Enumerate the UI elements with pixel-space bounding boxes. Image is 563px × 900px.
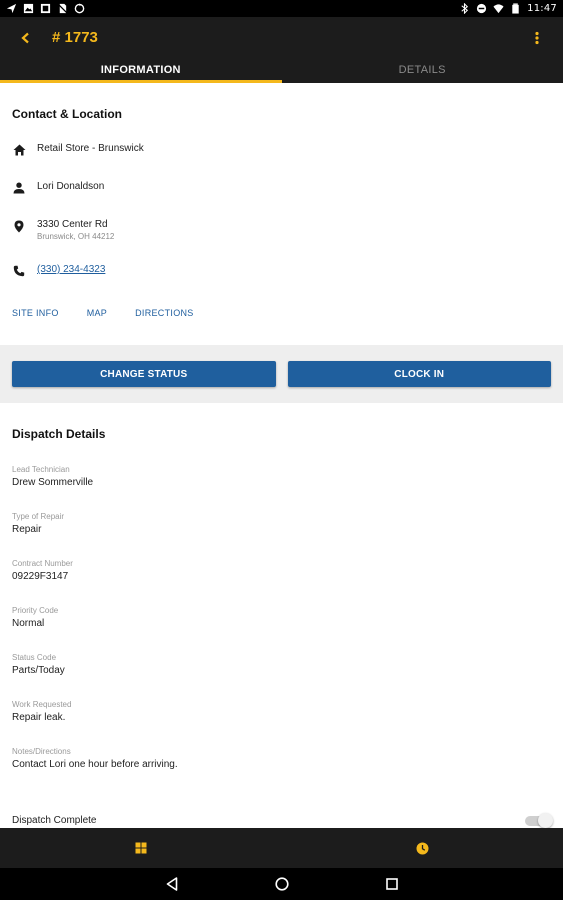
address-line-1: 3330 Center Rd [37, 219, 108, 230]
field-label: Status Code [12, 653, 57, 662]
clock-icon [416, 842, 429, 854]
field-type-of-repair: Type of Repair Repair [12, 512, 551, 535]
contact-links: SITE INFO MAP DIRECTIONS [12, 308, 551, 318]
field-work-requested: Work Requested Repair leak. [12, 700, 551, 723]
more-vertical-icon [535, 31, 539, 44]
field-value: Parts/Today [12, 665, 65, 676]
main-content[interactable]: Contact & Location Retail Store - Brunsw… [0, 83, 563, 828]
system-nav-bar [0, 868, 563, 900]
dashboard-button[interactable] [0, 828, 282, 868]
field-value: 09229F3147 [12, 571, 69, 582]
nav-recents-button[interactable] [382, 874, 402, 894]
dispatch-complete-row: Dispatch Complete [12, 812, 553, 828]
map-link[interactable]: MAP [87, 308, 107, 318]
dispatch-details-section: Dispatch Details Lead Technician Drew So… [0, 403, 563, 828]
location-pin-icon [12, 219, 26, 233]
address-line-2: Brunswick, OH 44212 [37, 232, 115, 241]
recents-square-icon [385, 878, 398, 890]
phone-row: (330) 234-4323 [12, 264, 551, 278]
field-label: Notes/Directions [12, 747, 71, 756]
tab-information[interactable]: INFORMATION [0, 58, 282, 83]
field-contract-number: Contract Number 09229F3147 [12, 559, 551, 582]
do-not-disturb-icon [476, 3, 487, 14]
change-status-button[interactable]: CHANGE STATUS [12, 361, 276, 387]
image-icon [23, 3, 34, 14]
dispatch-complete-toggle[interactable] [525, 812, 553, 828]
app-bar: # 1773 INFORMATION DETAILS [0, 17, 563, 83]
phone-icon [12, 264, 26, 278]
person-icon [12, 181, 26, 195]
dispatch-complete-label: Dispatch Complete [12, 815, 97, 826]
battery-icon [510, 3, 521, 14]
phone-link[interactable]: (330) 234-4323 [37, 264, 105, 275]
contact-location-section: Contact & Location Retail Store - Brunsw… [0, 83, 563, 345]
page-title: # 1773 [52, 29, 98, 46]
field-value: Repair leak. [12, 712, 66, 723]
gallery-icon [40, 3, 51, 14]
field-value: Contact Lori one hour before arriving. [12, 759, 178, 770]
home-circle-icon [274, 877, 289, 891]
directions-link[interactable]: DIRECTIONS [135, 308, 194, 318]
field-value: Normal [12, 618, 45, 629]
site-name: Retail Store - Brunswick [37, 143, 144, 154]
tab-bar: INFORMATION DETAILS [0, 58, 563, 83]
back-triangle-icon [166, 877, 177, 891]
field-notes-directions: Notes/Directions Contact Lori one hour b… [12, 747, 551, 770]
status-icons-right: 11:47 [459, 3, 557, 14]
back-button[interactable] [14, 26, 38, 50]
dashboard-icon [135, 842, 147, 854]
field-label: Work Requested [12, 700, 72, 709]
site-info-link[interactable]: SITE INFO [12, 308, 59, 318]
status-bar: 11:47 [0, 0, 563, 17]
action-buttons-band: CHANGE STATUS CLOCK IN [0, 345, 563, 403]
bottom-bar [0, 828, 563, 868]
nav-back-button[interactable] [162, 874, 182, 894]
field-value: Drew Sommerville [12, 477, 94, 488]
field-lead-technician: Lead Technician Drew Sommerville [12, 465, 551, 488]
field-label: Type of Repair [12, 512, 65, 521]
field-priority-code: Priority Code Normal [12, 606, 551, 629]
site-row: Retail Store - Brunswick [12, 143, 551, 157]
navigation-icon [6, 3, 17, 14]
clock-in-button[interactable]: CLOCK IN [287, 361, 551, 387]
field-status-code: Status Code Parts/Today [12, 653, 551, 676]
dispatch-section-title: Dispatch Details [12, 427, 106, 441]
contact-person-row: Lori Donaldson [12, 181, 551, 195]
tab-details[interactable]: DETAILS [282, 58, 563, 83]
nav-home-button[interactable] [272, 874, 292, 894]
chevron-left-icon [21, 32, 29, 43]
contact-name: Lori Donaldson [37, 181, 105, 192]
field-value: Repair [12, 524, 42, 535]
home-icon [12, 143, 26, 157]
field-label: Lead Technician [12, 465, 70, 474]
no-sim-icon [57, 3, 68, 14]
time-button[interactable] [282, 828, 563, 868]
field-label: Contract Number [12, 559, 73, 568]
contact-section-title: Contact & Location [12, 107, 122, 121]
address-row: 3330 Center Rd Brunswick, OH 44212 [12, 219, 551, 241]
wifi-icon [493, 3, 504, 14]
field-label: Priority Code [12, 606, 59, 615]
overflow-menu-button[interactable] [525, 26, 549, 50]
status-icons-left [6, 3, 85, 14]
clock-time: 11:47 [527, 3, 557, 14]
bluetooth-icon [459, 3, 470, 14]
sync-icon [74, 3, 85, 14]
